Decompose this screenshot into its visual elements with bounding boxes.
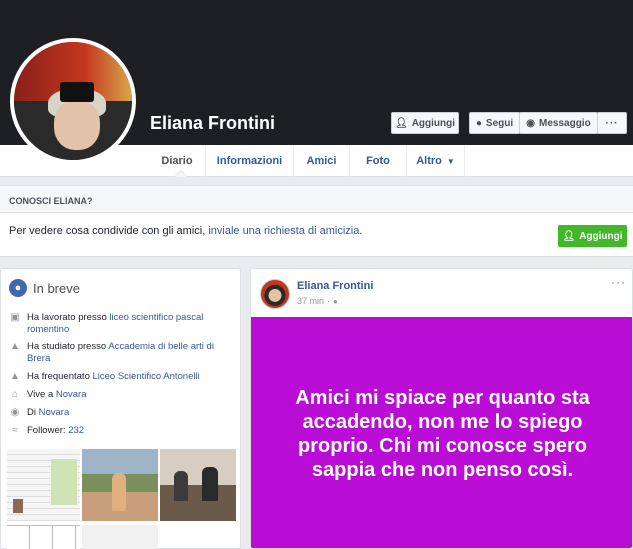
intro-item-text: Vive a Novara [27, 389, 87, 401]
message-button[interactable]: ◉ Messaggio [519, 112, 598, 134]
intro-title: ● In breve [9, 279, 80, 297]
briefcase-icon: ▣ [10, 312, 20, 323]
intro-item-prefix: Ha lavorato presso [27, 312, 110, 323]
graduation-cap-icon: ▲ [10, 371, 20, 382]
post-time-label[interactable]: 37 min [297, 296, 324, 306]
graduation-cap-icon: ▲ [10, 341, 20, 352]
intro-item-text: Follower: 232 [27, 425, 84, 437]
tab-foto[interactable]: Foto [350, 145, 407, 177]
post-options-button[interactable]: ··· [611, 275, 626, 289]
intro-title-label: In breve [33, 280, 80, 296]
add-friend-green-label: Aggiungi [579, 230, 623, 242]
photo-thumbnail[interactable] [82, 449, 158, 521]
messenger-icon: ◉ [526, 117, 536, 129]
intro-item-text: Ha frequentato Liceo Scientifico Antonel… [27, 371, 200, 383]
post-text: Amici mi spiace per quanto sta accadendo… [251, 317, 632, 548]
add-friend-button[interactable]: 👤︎ Aggiungi [391, 112, 459, 134]
intro-item-prefix: Vive a [27, 389, 56, 400]
home-icon: ⌂ [11, 389, 19, 400]
know-text-after: . [359, 225, 363, 237]
photo-thumbnail[interactable] [82, 525, 158, 549]
intro-item-link[interactable]: Novara [56, 389, 87, 400]
globe-icon: ● [9, 279, 27, 297]
intro-item-work: ▣ Ha lavorato presso liceo scientifico p… [9, 312, 234, 336]
add-friend-label: Aggiungi [411, 117, 456, 129]
know-section-title: CONOSCI ELIANA? [0, 185, 633, 213]
rss-icon: ● [475, 117, 482, 129]
add-person-icon: 👤︎ [562, 230, 576, 242]
separator-dot: · [327, 296, 331, 306]
caret-down-icon: ▼ [446, 156, 455, 166]
intro-item-prefix: Di [27, 407, 39, 418]
know-section: Per vedere cosa condivide con gli amici,… [0, 213, 633, 257]
follow-label: Segui [485, 117, 514, 129]
location-pin-icon: ◉ [10, 407, 20, 418]
add-friend-green-button[interactable]: 👤︎ Aggiungi [558, 225, 627, 247]
profile-picture[interactable] [10, 38, 136, 164]
add-person-icon: 👤︎ [394, 117, 408, 129]
post-card: Eliana Frontini 37 min · ● ··· Amici mi … [250, 268, 633, 549]
tab-altro[interactable]: Altro ▼ [407, 145, 465, 177]
intro-card: ● In breve ▣ Ha lavorato presso liceo sc… [0, 268, 241, 549]
post-author-name[interactable]: Eliana Frontini [297, 280, 373, 292]
intro-item-followers: ≈ Follower: 232 [9, 425, 234, 437]
follow-button[interactable]: ● Segui [469, 112, 520, 134]
intro-item-lives: ⌂ Vive a Novara [9, 389, 234, 401]
tab-amici[interactable]: Amici [294, 145, 350, 177]
intro-item-prefix: Ha frequentato [27, 371, 93, 382]
intro-item-from: ◉ Di Novara [9, 407, 234, 419]
more-options-button[interactable]: ··· [597, 112, 627, 134]
tab-informazioni[interactable]: Informazioni [206, 145, 294, 177]
intro-item-link[interactable]: Liceo Scientifico Antonelli [93, 371, 200, 382]
intro-item-link[interactable]: 232 [68, 425, 84, 436]
know-text-before: Per vedere cosa condivide con gli amici, [9, 225, 209, 237]
intro-item-prefix: Ha studiato presso [27, 341, 109, 352]
intro-item-school: ▲ Ha frequentato Liceo Scientifico Anton… [9, 371, 234, 383]
tab-altro-label: Altro [416, 155, 442, 167]
profile-name[interactable]: Eliana Frontini [150, 113, 275, 134]
intro-item-text: Ha studiato presso Accademia di belle ar… [27, 341, 234, 365]
know-text: Per vedere cosa condivide con gli amici,… [9, 225, 362, 237]
rss-icon: ≈ [12, 425, 18, 436]
intro-item-study: ▲ Ha studiato presso Accademia di belle … [9, 341, 234, 365]
message-label: Messaggio [539, 117, 591, 129]
post-author-avatar[interactable] [260, 279, 290, 309]
friend-request-link[interactable]: inviale una richiesta di amicizia [208, 225, 359, 237]
intro-item-prefix: Follower: [27, 425, 69, 436]
intro-item-link[interactable]: Novara [39, 407, 70, 418]
active-tab-caret [174, 170, 188, 177]
intro-item-text: Ha lavorato presso liceo scientifico pas… [27, 312, 234, 336]
photo-thumbnail[interactable] [7, 525, 80, 549]
photo-thumbnail[interactable] [7, 449, 80, 521]
photo-thumbnail[interactable] [160, 449, 236, 521]
globe-icon: ● [333, 296, 338, 306]
intro-item-text: Di Novara [27, 407, 69, 419]
post-timestamp: 37 min · ● [297, 296, 338, 306]
